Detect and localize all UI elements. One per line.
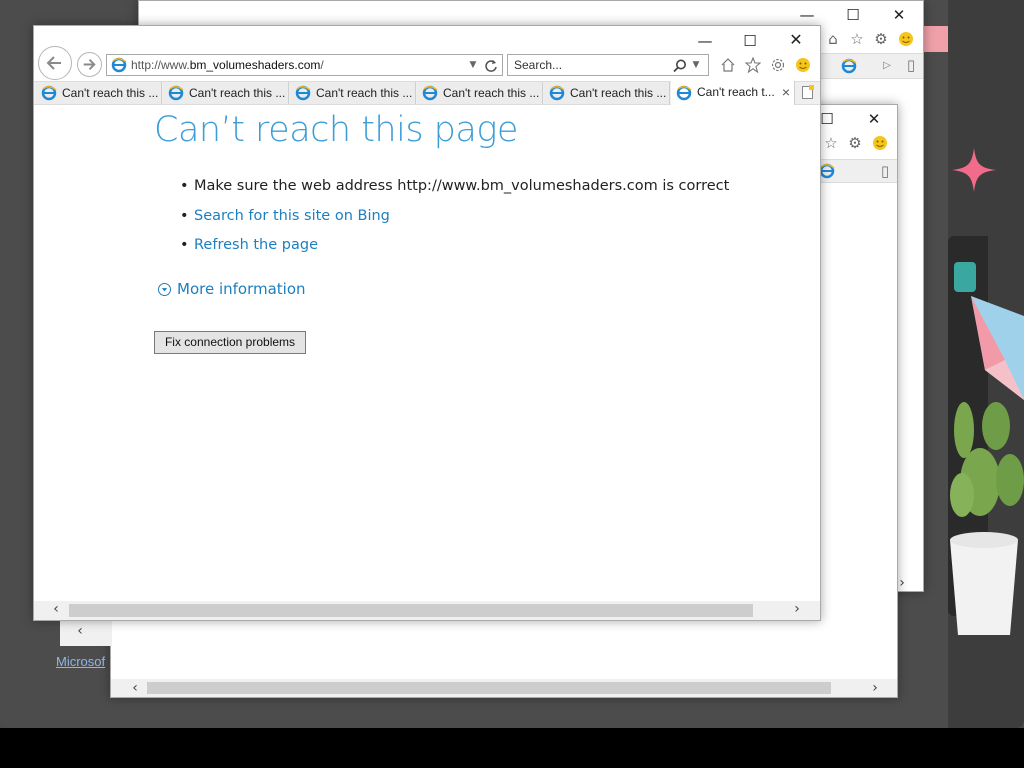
favorites-star-icon[interactable]: ☆ (823, 135, 839, 151)
refresh-page-link[interactable]: Refresh the page (194, 237, 318, 253)
horizontal-scrollbar[interactable] (34, 601, 820, 620)
forward-arrow-icon (83, 59, 96, 70)
minimize-icon[interactable]: — (697, 33, 713, 49)
tab[interactable]: Can't reach this ... (163, 82, 289, 104)
tab[interactable]: Can't reach this ... (544, 82, 670, 104)
ie-logo-icon (422, 85, 438, 101)
desktop: — ☐ ✕ ⌂ ☆ ⚙ ▷ ▯ › ☐ ✕ ☆ ⚙ ▯ ‹ › ‹ Micros… (0, 0, 1024, 728)
scroll-left-arrow[interactable]: ‹ (72, 623, 88, 639)
tab[interactable]: Can't reach this ... (290, 82, 416, 104)
list-item: Make sure the web address http://www.bm_… (180, 176, 729, 206)
smiley-feedback-icon[interactable] (898, 31, 914, 47)
tab-label: Can't reach this ... (189, 86, 286, 100)
search-dropdown-icon[interactable]: ▼ (688, 57, 704, 73)
chevron-down-icon (158, 282, 171, 296)
close-icon[interactable]: ✕ (891, 7, 907, 23)
settings-gear-icon[interactable] (770, 57, 786, 73)
tab-close-button[interactable]: × (782, 81, 790, 103)
tab-strip: Can't reach this ... Can't reach this ..… (34, 81, 820, 105)
suggestions-list: Make sure the web address http://www.bm_… (180, 176, 729, 265)
more-information-label: More information (177, 280, 306, 298)
address-url-domain: bm_volumeshaders.com (189, 58, 321, 72)
background-browser-window-3[interactable]: ‹ (60, 618, 112, 646)
tab-label: Can't reach this ... (443, 86, 540, 100)
minimize-icon[interactable]: — (799, 7, 815, 23)
ie-logo-icon (549, 85, 565, 101)
main-browser-window[interactable]: — ☐ ✕ http://www.bm_volumeshaders.com/ ▼… (33, 25, 821, 621)
tab-scroll-right-icon[interactable]: ▷ (879, 58, 895, 74)
back-button[interactable] (38, 46, 72, 80)
home-icon[interactable]: ⌂ (825, 31, 841, 47)
tab-label: Can't reach this ... (62, 86, 159, 100)
new-tab-icon[interactable] (800, 84, 816, 100)
scroll-left-arrow[interactable]: ‹ (48, 601, 64, 617)
ie-logo-icon (111, 57, 127, 73)
ie-logo-icon (676, 85, 692, 101)
address-url[interactable]: http://www.bm_volumeshaders.com/ (131, 58, 324, 72)
list-item: Search for this site on Bing (180, 206, 729, 236)
wallpaper-pink-block (922, 26, 948, 52)
ie-logo-icon (168, 85, 184, 101)
tab-active[interactable]: Can't reach t... × (671, 81, 795, 105)
favorites-star-icon[interactable]: ☆ (849, 31, 865, 47)
tab[interactable]: Can't reach this ... (36, 82, 162, 104)
fix-connection-button[interactable]: Fix connection problems (154, 331, 306, 354)
search-icon[interactable] (672, 58, 688, 74)
search-bing-link[interactable]: Search for this site on Bing (194, 208, 390, 224)
refresh-icon[interactable] (483, 58, 499, 74)
search-placeholder: Search... (514, 58, 563, 72)
wallpaper-teal-object (954, 262, 976, 292)
maximize-icon[interactable]: ☐ (819, 111, 835, 127)
ie-logo-icon (841, 58, 857, 74)
scroll-right-arrow[interactable]: › (867, 680, 883, 696)
favorites-star-icon[interactable] (745, 57, 761, 73)
forward-button[interactable] (77, 52, 102, 77)
back-arrow-icon (46, 56, 61, 70)
maximize-icon[interactable]: ☐ (742, 33, 758, 49)
more-information-toggle[interactable]: More information (158, 280, 306, 298)
close-icon[interactable]: ✕ (788, 32, 804, 48)
smiley-feedback-icon[interactable] (872, 135, 888, 151)
search-box[interactable]: Search... ▼ (507, 54, 709, 76)
tab-label: Can't reach this ... (570, 86, 667, 100)
ie-logo-icon (41, 85, 57, 101)
microsoft-link[interactable]: Microsof (56, 654, 105, 669)
scrollbar-thumb[interactable] (147, 682, 831, 694)
cactus-plant-icon (950, 402, 1024, 635)
new-tab-icon[interactable]: ▯ (877, 163, 893, 179)
close-icon[interactable]: ✕ (866, 111, 882, 127)
new-tab-icon[interactable]: ▯ (903, 57, 919, 73)
address-url-prefix: http://www. (131, 58, 190, 72)
maximize-icon[interactable]: ☐ (845, 7, 861, 23)
address-url-suffix: / (320, 58, 324, 72)
address-check-text: Make sure the web address http://www.bm_… (194, 178, 730, 194)
settings-gear-icon[interactable]: ⚙ (847, 135, 863, 151)
smiley-feedback-icon[interactable] (795, 57, 811, 73)
ie-logo-icon (819, 163, 835, 179)
address-bar[interactable]: http://www.bm_volumeshaders.com/ ▼ (106, 54, 503, 76)
scroll-left-arrow[interactable]: ‹ (127, 680, 143, 696)
settings-gear-icon[interactable]: ⚙ (873, 31, 889, 47)
scroll-right-arrow[interactable]: › (789, 601, 805, 617)
page-title: Can’t reach this page (154, 110, 518, 150)
ie-logo-icon (295, 85, 311, 101)
tab-label: Can't reach this ... (316, 86, 413, 100)
bottom-black-bar (0, 728, 1024, 768)
sparkle-icon (952, 148, 996, 192)
horizontal-scrollbar[interactable] (111, 679, 897, 697)
address-dropdown-icon[interactable]: ▼ (465, 57, 481, 73)
tab-label: Can't reach t... (697, 85, 775, 99)
scrollbar-thumb[interactable] (69, 604, 753, 617)
tab[interactable]: Can't reach this ... (417, 82, 543, 104)
home-icon[interactable] (720, 57, 736, 73)
list-item: Refresh the page (180, 235, 729, 265)
